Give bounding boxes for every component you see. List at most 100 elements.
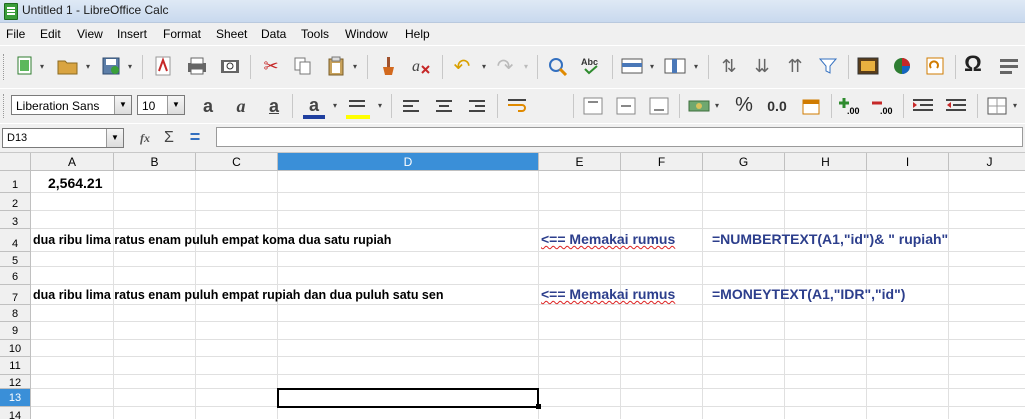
- cell-e4-note[interactable]: <== Memakai rumus: [541, 231, 675, 247]
- column-icon[interactable]: [664, 55, 686, 77]
- open-folder-icon[interactable]: [57, 55, 79, 77]
- undo-dropdown-arrow[interactable]: ▾: [482, 62, 486, 71]
- save-dropdown-arrow[interactable]: ▾: [128, 62, 132, 71]
- redo-icon[interactable]: ↷: [494, 55, 516, 78]
- currency-format-icon[interactable]: [688, 95, 710, 117]
- sort-ascending-icon[interactable]: ⇈: [784, 55, 806, 77]
- menu-insert[interactable]: Insert: [117, 27, 147, 41]
- center-vertically-icon[interactable]: [615, 95, 637, 117]
- decrease-indent-icon[interactable]: [945, 95, 967, 117]
- currency-dropdown-arrow[interactable]: ▾: [715, 101, 719, 110]
- row-header-11[interactable]: 11: [0, 357, 31, 375]
- menu-edit[interactable]: Edit: [40, 27, 61, 41]
- menu-sheet[interactable]: Sheet: [216, 27, 247, 41]
- cell-g7-formula[interactable]: =MONEYTEXT(A1,"IDR","id"): [712, 286, 905, 302]
- row-header-2[interactable]: 2: [0, 193, 31, 211]
- borders-dropdown-arrow[interactable]: ▾: [1013, 101, 1017, 110]
- align-right-icon[interactable]: [466, 95, 488, 117]
- equals-icon[interactable]: =: [184, 126, 206, 148]
- export-pdf-icon[interactable]: [152, 55, 174, 77]
- row-header-1[interactable]: 1: [0, 171, 31, 193]
- column-header-d[interactable]: D: [278, 153, 539, 171]
- font-size-combo[interactable]: 10 ▼: [137, 95, 185, 115]
- row-header-6[interactable]: 6: [0, 267, 31, 285]
- menu-tools[interactable]: Tools: [301, 27, 329, 41]
- special-character-icon[interactable]: Ω: [962, 51, 984, 76]
- clear-formatting-icon[interactable]: a: [410, 55, 432, 77]
- italic-icon[interactable]: a: [230, 95, 252, 117]
- row-header-13[interactable]: 13: [0, 389, 31, 407]
- formula-input[interactable]: [216, 127, 1023, 147]
- row-header-4[interactable]: 4: [0, 229, 31, 252]
- menu-view[interactable]: View: [77, 27, 103, 41]
- redo-dropdown-arrow[interactable]: ▾: [524, 62, 528, 71]
- highlight-color-icon[interactable]: [346, 94, 368, 116]
- increase-indent-icon[interactable]: [912, 95, 934, 117]
- row-header-8[interactable]: 8: [0, 305, 31, 322]
- menu-format[interactable]: Format: [163, 27, 201, 41]
- cell-a1[interactable]: 2,564.21: [48, 175, 103, 191]
- row-icon[interactable]: [621, 55, 643, 77]
- font-color-dropdown-arrow[interactable]: ▾: [333, 101, 337, 110]
- hyperlink-icon[interactable]: [998, 55, 1020, 77]
- cell-e7-note[interactable]: <== Memakai rumus: [541, 286, 675, 302]
- column-header-e[interactable]: E: [539, 153, 621, 171]
- column-dropdown-arrow[interactable]: ▾: [694, 62, 698, 71]
- print-icon[interactable]: [186, 55, 208, 77]
- row-header-5[interactable]: 5: [0, 252, 31, 267]
- row-header-12[interactable]: 12: [0, 375, 31, 389]
- align-bottom-icon[interactable]: [648, 95, 670, 117]
- menu-help[interactable]: Help: [405, 27, 430, 41]
- menu-data[interactable]: Data: [261, 27, 286, 41]
- sum-icon[interactable]: Σ: [158, 127, 180, 149]
- undo-icon[interactable]: ↶: [451, 55, 473, 78]
- autofilter-icon[interactable]: [817, 55, 839, 77]
- row-header-14[interactable]: 14: [0, 407, 31, 419]
- menu-file[interactable]: File: [6, 27, 25, 41]
- column-header-b[interactable]: B: [114, 153, 196, 171]
- clone-formatting-icon[interactable]: [377, 55, 399, 77]
- column-header-h[interactable]: H: [785, 153, 867, 171]
- chevron-down-icon[interactable]: ▼: [167, 96, 184, 114]
- align-center-icon[interactable]: [433, 95, 455, 117]
- align-top-icon[interactable]: [582, 95, 604, 117]
- paste-icon[interactable]: [325, 55, 347, 77]
- function-wizard-icon[interactable]: fx: [134, 127, 156, 149]
- toolbar-grip[interactable]: [3, 94, 7, 118]
- find-replace-icon[interactable]: [547, 55, 569, 77]
- percent-format-icon[interactable]: %: [733, 94, 755, 116]
- spelling-icon[interactable]: Abc: [580, 55, 602, 77]
- copy-icon[interactable]: [292, 55, 314, 77]
- sort-icon[interactable]: ⇅: [718, 55, 740, 77]
- bold-icon[interactable]: a: [197, 95, 219, 117]
- row-header-9[interactable]: 9: [0, 322, 31, 340]
- column-header-i[interactable]: I: [867, 153, 949, 171]
- insert-chart-icon[interactable]: [891, 55, 913, 77]
- name-box[interactable]: D13 ▼: [2, 128, 124, 148]
- date-format-icon[interactable]: [800, 95, 822, 117]
- chevron-down-icon[interactable]: ▼: [106, 129, 123, 147]
- select-all-corner[interactable]: [0, 153, 31, 171]
- cell-a7[interactable]: dua ribu lima ratus enam puluh empat rup…: [33, 288, 443, 302]
- highlight-dropdown-arrow[interactable]: ▾: [378, 101, 382, 110]
- column-header-c[interactable]: C: [196, 153, 278, 171]
- paste-dropdown-arrow[interactable]: ▾: [353, 62, 357, 71]
- row-header-7[interactable]: 7: [0, 285, 31, 305]
- save-icon[interactable]: [100, 55, 122, 77]
- cell-g4-formula[interactable]: =NUMBERTEXT(A1,"id")& " rupiah": [712, 231, 948, 247]
- column-header-j[interactable]: J: [949, 153, 1025, 171]
- column-header-f[interactable]: F: [621, 153, 703, 171]
- row-header-3[interactable]: 3: [0, 211, 31, 229]
- wrap-text-icon[interactable]: [507, 95, 529, 117]
- sort-descending-icon[interactable]: ⇊: [751, 55, 773, 77]
- column-header-a[interactable]: A: [31, 153, 114, 171]
- spreadsheet-grid[interactable]: A B C D E F G H I J 1 2 3 4 5 6 7 8 9 10…: [0, 153, 1025, 419]
- align-left-icon[interactable]: [400, 95, 422, 117]
- number-format-icon[interactable]: 0.0: [764, 95, 790, 117]
- toolbar-grip[interactable]: [3, 54, 7, 80]
- pivot-table-icon[interactable]: [924, 55, 946, 77]
- chevron-down-icon[interactable]: ▼: [114, 96, 131, 114]
- add-decimal-icon[interactable]: .00: [838, 95, 860, 117]
- new-document-icon[interactable]: [14, 55, 36, 77]
- active-cell-cursor[interactable]: [277, 388, 539, 408]
